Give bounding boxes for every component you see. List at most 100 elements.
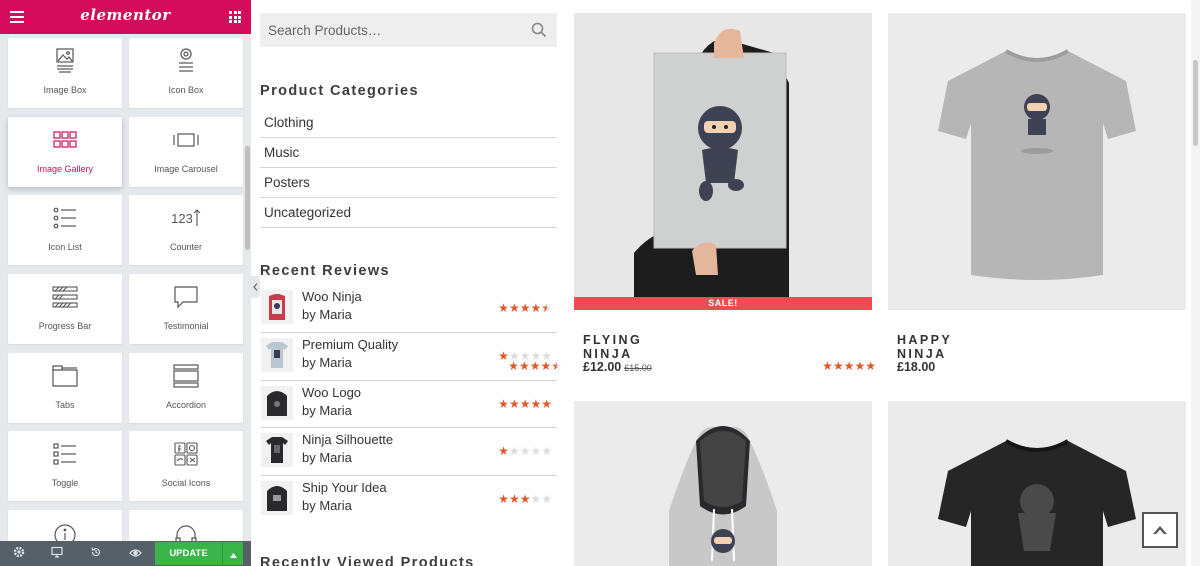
chevron-up-icon bbox=[1153, 521, 1167, 539]
reviews-title: Recent Reviews bbox=[260, 263, 391, 279]
category-link[interactable]: Music bbox=[260, 138, 557, 168]
review-item[interactable]: Woo Logo by Maria ★ ★ ★ ★ ★ bbox=[260, 381, 557, 429]
star-filled-icon: ★ bbox=[519, 396, 531, 411]
star-filled-icon: ★ bbox=[854, 359, 866, 373]
eye-icon bbox=[128, 545, 142, 563]
review-list: Woo Ninja by Maria ★ ★ ★ ★ ★ Premium Quality… bbox=[260, 285, 557, 524]
review-item[interactable]: Ninja Silhouette by Maria ★ ★ ★ ★ ★ bbox=[260, 428, 557, 477]
star-rating: ★ ★ ★ ★ ★ bbox=[508, 360, 562, 372]
search-input[interactable] bbox=[260, 13, 520, 47]
widget-label: Icon List bbox=[48, 242, 82, 252]
sale-badge: SALE! bbox=[574, 297, 872, 310]
star-filled-icon: ★ bbox=[508, 301, 520, 315]
product-title[interactable]: HAPPY NINJA bbox=[897, 333, 952, 361]
widget-testimonial[interactable]: Testimonial bbox=[129, 274, 243, 344]
product-image[interactable] bbox=[888, 13, 1186, 310]
history-icon bbox=[90, 545, 102, 563]
star-rating: ★ ★ ★ ★ ★ bbox=[498, 302, 552, 314]
progress-bar-icon bbox=[8, 284, 122, 310]
review-thumbnail[interactable] bbox=[261, 481, 293, 516]
star-empty-icon: ★ bbox=[530, 492, 542, 507]
widget-image-gallery[interactable]: Image Gallery bbox=[8, 117, 122, 187]
widget-label: Testimonial bbox=[163, 321, 209, 331]
category-link[interactable]: Uncategorized bbox=[260, 198, 557, 228]
star-half-icon: ★ bbox=[541, 301, 552, 315]
product-image[interactable] bbox=[574, 401, 872, 566]
star-filled-icon: ★ bbox=[541, 396, 552, 411]
update-options-button[interactable] bbox=[222, 542, 243, 565]
widget-label: Toggle bbox=[51, 478, 79, 488]
widget-image-carousel[interactable]: Image Carousel bbox=[129, 117, 243, 187]
star-filled-icon: ★ bbox=[518, 359, 530, 373]
category-link[interactable]: Posters bbox=[260, 168, 557, 198]
widget-icon-list[interactable]: Icon List bbox=[8, 195, 122, 265]
widget-icon-box[interactable]: Icon Box bbox=[129, 38, 243, 108]
star-empty-icon: ★ bbox=[508, 444, 520, 459]
product-image[interactable]: SALE! bbox=[574, 13, 872, 310]
history-button[interactable] bbox=[77, 541, 115, 566]
review-item[interactable]: Ship Your Idea by Maria ★ ★ ★ ★ ★ bbox=[260, 476, 557, 524]
image-gallery-icon bbox=[8, 127, 122, 153]
toggle-icon bbox=[8, 441, 122, 467]
star-filled-icon: ★ bbox=[498, 492, 509, 507]
image-carousel-icon bbox=[129, 127, 243, 153]
elementor-logo: elementor bbox=[80, 6, 171, 24]
widget-label: Counter bbox=[169, 242, 203, 252]
widget-image-box[interactable]: Image Box bbox=[8, 38, 122, 108]
product-price: £18.00 bbox=[897, 360, 935, 374]
review-product-name[interactable]: Premium Quality bbox=[302, 337, 398, 352]
apps-grid-icon[interactable] bbox=[229, 11, 241, 23]
panel-scrollbar[interactable] bbox=[245, 146, 250, 250]
review-product-name[interactable]: Woo Ninja bbox=[302, 289, 362, 304]
review-author: by Maria bbox=[302, 307, 352, 322]
update-button[interactable]: UPDATE bbox=[155, 542, 222, 565]
star-half-icon: ★ bbox=[551, 359, 562, 373]
panel-footer: UPDATE bbox=[0, 541, 251, 566]
product-title[interactable]: FLYING NINJA bbox=[583, 333, 642, 361]
social-icons-icon bbox=[129, 441, 243, 467]
star-filled-icon: ★ bbox=[519, 492, 531, 507]
star-filled-icon: ★ bbox=[519, 301, 531, 315]
star-filled-icon: ★ bbox=[498, 301, 509, 315]
widget-social-icons[interactable]: Social Icons bbox=[129, 431, 243, 501]
review-product-name[interactable]: Woo Logo bbox=[302, 385, 361, 400]
star-filled-icon: ★ bbox=[508, 396, 520, 411]
search-icon bbox=[531, 22, 547, 42]
review-product-name[interactable]: Ship Your Idea bbox=[302, 480, 387, 495]
widget-progress-bar[interactable]: Progress Bar bbox=[8, 274, 122, 344]
review-item[interactable]: Premium Quality by Maria ★ ★ ★ ★ ★ bbox=[260, 333, 557, 381]
widget-label: Social Icons bbox=[161, 478, 211, 488]
star-filled-icon: ★ bbox=[498, 444, 509, 459]
review-thumbnail[interactable] bbox=[261, 290, 293, 324]
star-filled-icon: ★ bbox=[843, 359, 855, 373]
widget-accordion[interactable]: Accordion bbox=[129, 353, 243, 423]
star-filled-icon: ★ bbox=[822, 359, 833, 373]
category-link[interactable]: Clothing bbox=[260, 108, 557, 138]
star-filled-icon: ★ bbox=[865, 359, 876, 373]
preview-button[interactable] bbox=[116, 541, 154, 566]
categories-title: Product Categories bbox=[260, 83, 419, 99]
star-filled-icon: ★ bbox=[540, 359, 552, 373]
review-thumbnail[interactable] bbox=[261, 385, 293, 420]
settings-button[interactable] bbox=[0, 541, 38, 566]
widget-label: Icon Box bbox=[168, 85, 204, 95]
tabs-icon bbox=[8, 363, 122, 389]
icon-list-icon bbox=[8, 205, 122, 231]
widget-label: Image Gallery bbox=[36, 164, 94, 174]
review-author: by Maria bbox=[302, 450, 352, 466]
page-scrollbar-thumb[interactable] bbox=[1193, 60, 1198, 146]
responsive-mode-button[interactable] bbox=[38, 541, 76, 566]
elementor-panel: elementor Image Box Icon Box Image Galle… bbox=[0, 0, 251, 566]
widget-toggle[interactable]: Toggle bbox=[8, 431, 122, 501]
widget-tabs[interactable]: Tabs bbox=[8, 353, 122, 423]
review-thumbnail[interactable] bbox=[261, 433, 293, 468]
review-item[interactable]: Woo Ninja by Maria ★ ★ ★ ★ ★ bbox=[260, 285, 557, 333]
product-search bbox=[260, 13, 557, 47]
review-thumbnail[interactable] bbox=[261, 337, 293, 372]
review-product-name[interactable]: Ninja Silhouette bbox=[302, 432, 393, 447]
widget-counter[interactable]: 123 Counter bbox=[129, 195, 243, 265]
back-to-top-button[interactable] bbox=[1142, 512, 1178, 548]
widget-label: Progress Bar bbox=[38, 321, 92, 331]
review-author: by Maria bbox=[302, 402, 352, 418]
search-button[interactable] bbox=[531, 22, 547, 38]
